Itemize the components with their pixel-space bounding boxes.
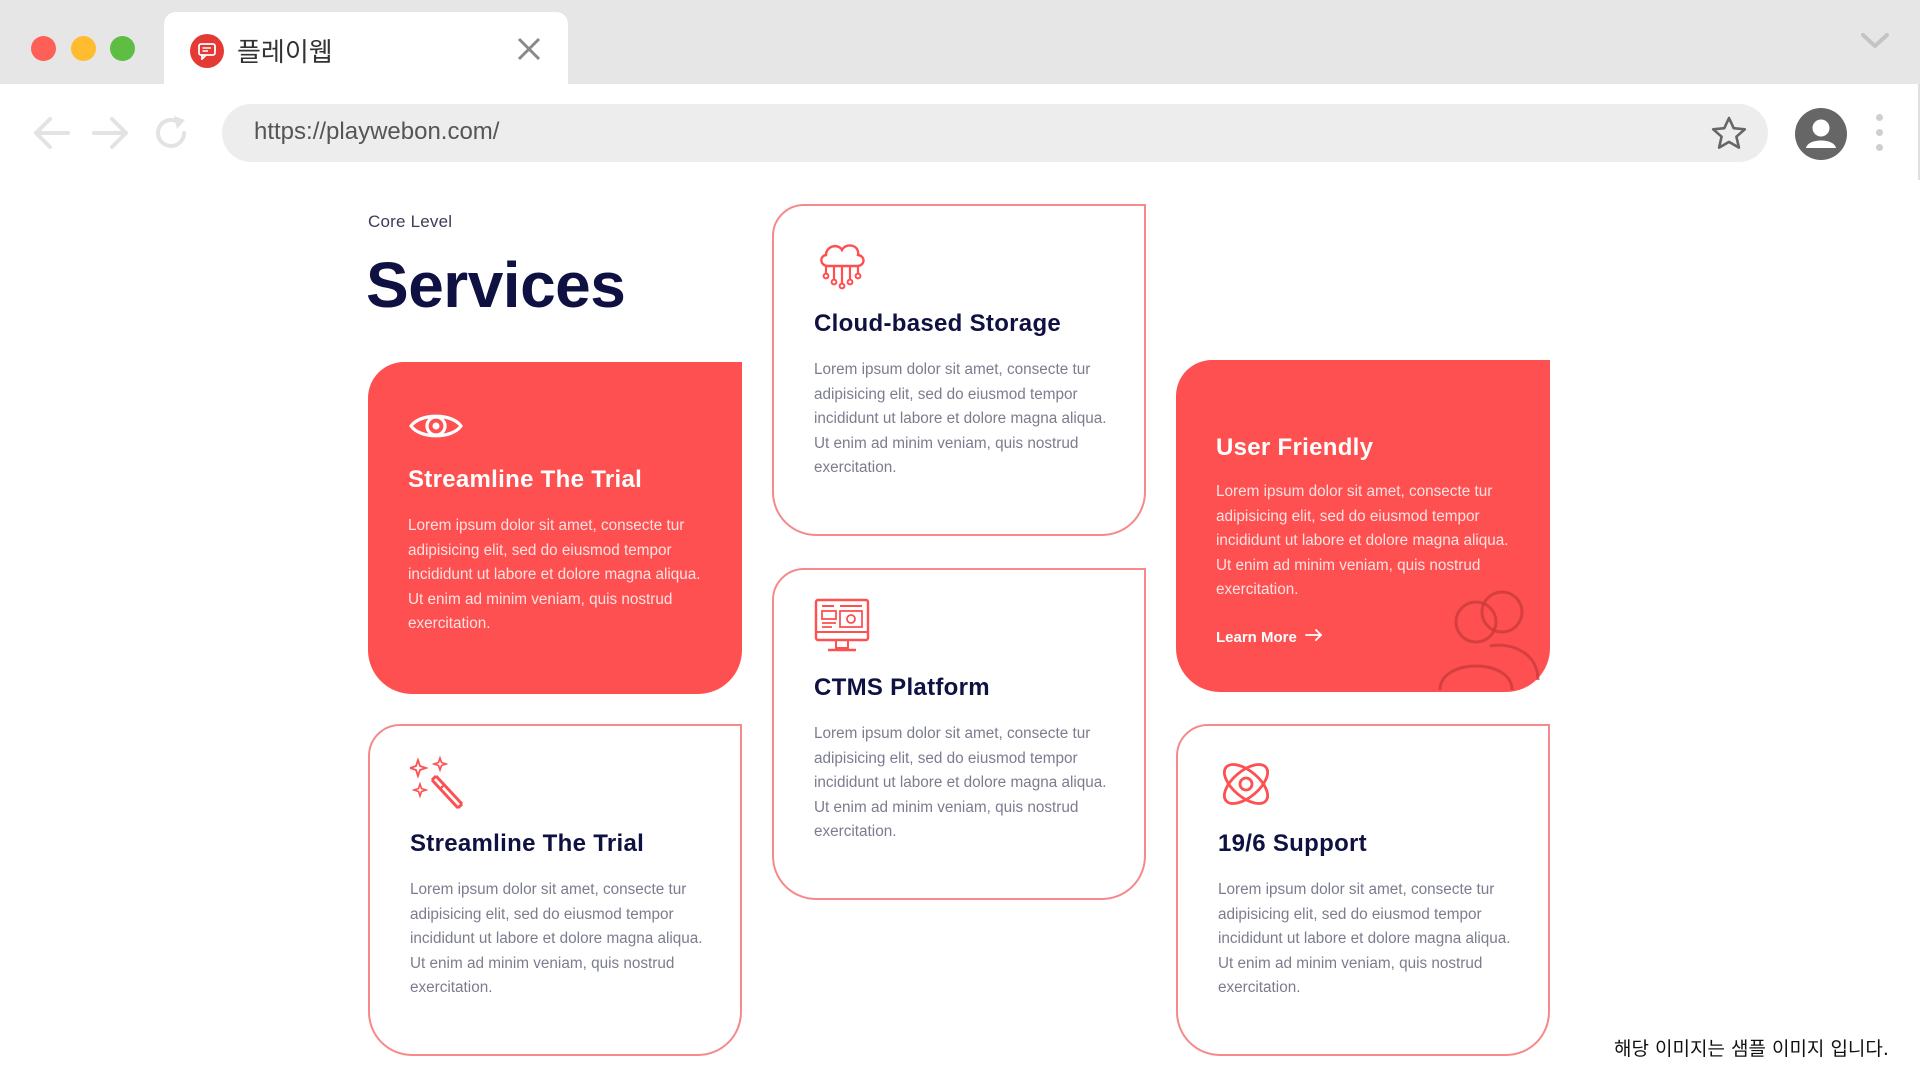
chat-favicon-icon [190, 34, 224, 68]
card-title: Cloud-based Storage [814, 310, 1062, 337]
learn-more-link[interactable]: Learn More [1216, 628, 1323, 646]
arrow-right-icon [1304, 628, 1323, 646]
browser-toolbar: https://playwebon.com/ [0, 84, 1920, 180]
reload-icon[interactable] [150, 112, 192, 154]
card-description: Lorem ipsum dolor sit amet, consecte tur… [814, 361, 1107, 477]
service-card-streamline-trial[interactable]: Streamline The Trial Lorem ipsum dolor s… [368, 362, 742, 694]
window-maximize-dot[interactable] [110, 36, 135, 61]
card-title: Streamline The Trial [410, 830, 645, 857]
services-section: Core Level Services Streamline The Trial… [0, 180, 1920, 1080]
card-title: Streamline The Trial [408, 466, 643, 493]
section-heading: Services [366, 249, 626, 321]
card-title: 19/6 Support [1218, 830, 1367, 857]
address-bar[interactable]: https://playwebon.com/ [222, 104, 1768, 162]
learn-more-label: Learn More [1216, 628, 1297, 646]
chevron-down-icon[interactable] [1860, 30, 1890, 52]
service-card-ctms-platform[interactable]: CTMS Platform Lorem ipsum dolor sit amet… [772, 568, 1146, 900]
service-card-cloud-storage[interactable]: Cloud-based Storage Lorem ipsum dolor si… [772, 204, 1146, 536]
kebab-menu-icon[interactable] [1876, 114, 1884, 154]
users-icon [1430, 582, 1542, 692]
card-description: Lorem ipsum dolor sit amet, consecte tur… [408, 517, 701, 633]
card-description: Lorem ipsum dolor sit amet, consecte tur… [1218, 881, 1511, 997]
sample-image-notice: 해당 이미지는 샘플 이미지 입니다. [1614, 1038, 1889, 1060]
user-avatar-icon[interactable] [1795, 108, 1847, 160]
atom-icon [1218, 756, 1274, 812]
arrow-left-icon[interactable] [30, 112, 72, 154]
eye-icon [408, 398, 464, 454]
window-close-dot[interactable] [31, 36, 56, 61]
card-description: Lorem ipsum dolor sit amet, consecte tur… [410, 881, 703, 997]
star-icon[interactable] [1710, 115, 1748, 151]
card-title: CTMS Platform [814, 674, 990, 701]
monitor-dashboard-icon [814, 598, 870, 654]
magic-wand-icon [407, 755, 466, 812]
cloud-network-icon [814, 234, 870, 290]
window-minimize-dot[interactable] [71, 36, 96, 61]
section-eyebrow: Core Level [368, 212, 453, 231]
tab-bar: 플레이웹 [0, 0, 1920, 84]
arrow-right-icon[interactable] [90, 112, 132, 154]
service-card-streamline-trial-2[interactable]: Streamline The Trial Lorem ipsum dolor s… [368, 724, 742, 1056]
close-icon[interactable] [514, 34, 544, 64]
card-description: Lorem ipsum dolor sit amet, consecte tur… [814, 725, 1107, 841]
browser-tab[interactable]: 플레이웹 [164, 12, 568, 84]
service-card-user-friendly[interactable]: User Friendly Lorem ipsum dolor sit amet… [1176, 360, 1550, 692]
url-text[interactable]: https://playwebon.com/ [254, 118, 499, 146]
card-title: User Friendly [1216, 434, 1374, 461]
tab-title: 플레이웹 [237, 38, 333, 68]
service-card-support[interactable]: 19/6 Support Lorem ipsum dolor sit amet,… [1176, 724, 1550, 1056]
